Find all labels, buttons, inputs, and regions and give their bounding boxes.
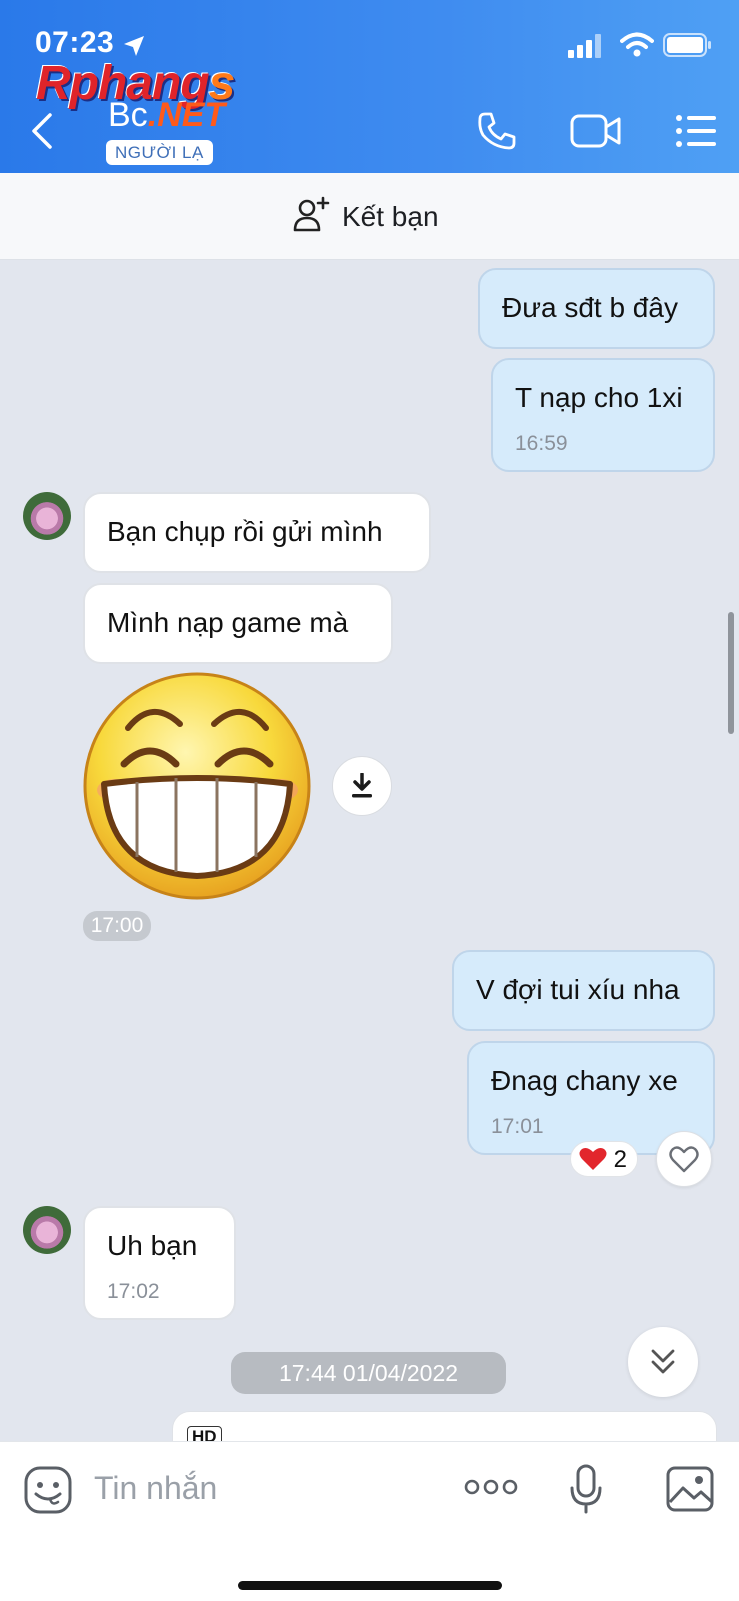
message-text: Mình nạp game mà — [107, 607, 349, 638]
message-time: 16:59 — [515, 432, 568, 455]
chat-header: 07:23 Rphangs Bc.NET NGƯỜI LẠ — [0, 0, 739, 173]
message-bubble-incoming[interactable]: Mình nạp game mà — [83, 583, 393, 664]
message-bubble-incoming[interactable]: Bạn chụp rồi gửi mình — [83, 492, 431, 573]
message-text: Uh bạn — [107, 1230, 198, 1261]
stranger-badge: NGƯỜI LẠ — [106, 140, 213, 165]
home-indicator — [238, 1581, 502, 1590]
phone-call-icon[interactable] — [477, 111, 517, 151]
scrollbar[interactable] — [728, 612, 734, 734]
microphone-icon[interactable] — [570, 1464, 602, 1514]
status-time: 07:23 — [35, 26, 115, 59]
heart-reaction-icon — [579, 1148, 607, 1170]
more-options-icon[interactable] — [464, 1478, 518, 1496]
menu-list-icon[interactable] — [675, 114, 717, 148]
grinning-face-sticker[interactable] — [80, 672, 316, 902]
sticker-emoji-icon[interactable] — [24, 1466, 72, 1514]
message-time: 17:01 — [491, 1115, 544, 1138]
video-call-icon[interactable] — [570, 112, 622, 150]
message-text: Đưa sđt b đây — [502, 292, 678, 323]
message-text: Đnag chany xe — [491, 1065, 678, 1096]
reaction-badge[interactable]: 2 — [570, 1141, 638, 1177]
add-user-icon — [293, 196, 330, 232]
date-separator: 17:44 01/04/2022 — [231, 1352, 506, 1394]
battery-icon — [663, 33, 711, 57]
message-composer: Tin nhắn — [0, 1441, 739, 1601]
add-friend-bar[interactable]: Kết bạn — [0, 173, 739, 260]
image-gallery-icon[interactable] — [666, 1466, 714, 1512]
message-input[interactable]: Tin nhắn — [94, 1470, 217, 1507]
download-button[interactable] — [332, 756, 392, 816]
back-chevron-icon[interactable] — [30, 112, 54, 150]
double-chevron-down-icon — [651, 1349, 675, 1374]
reaction-count: 2 — [613, 1146, 628, 1173]
avatar[interactable] — [23, 492, 71, 540]
location-arrow-icon — [124, 36, 144, 56]
wifi-icon — [620, 32, 654, 57]
avatar[interactable] — [23, 1206, 71, 1254]
contact-name[interactable]: Bc.NET — [108, 96, 225, 135]
message-text: Bạn chụp rồi gửi mình — [107, 516, 383, 547]
message-bubble-outgoing[interactable]: T nạp cho 1xi 16:59 — [491, 358, 715, 472]
scroll-to-bottom-button[interactable] — [628, 1327, 698, 1397]
message-time: 17:02 — [107, 1280, 160, 1303]
signal-icon — [568, 34, 601, 58]
message-text: T nạp cho 1xi — [515, 382, 683, 413]
message-bubble-outgoing[interactable]: V đợi tui xíu nha — [452, 950, 715, 1031]
message-text: V đợi tui xíu nha — [476, 974, 680, 1005]
message-bubble-incoming[interactable]: Uh bạn 17:02 — [83, 1206, 236, 1320]
sticker-time: 17:00 — [83, 911, 151, 941]
react-heart-button[interactable] — [656, 1131, 712, 1187]
message-bubble-outgoing[interactable]: Đưa sđt b đây — [478, 268, 715, 349]
add-friend-label: Kết bạn — [342, 201, 439, 232]
download-icon — [352, 773, 372, 798]
heart-outline-icon — [669, 1146, 699, 1173]
